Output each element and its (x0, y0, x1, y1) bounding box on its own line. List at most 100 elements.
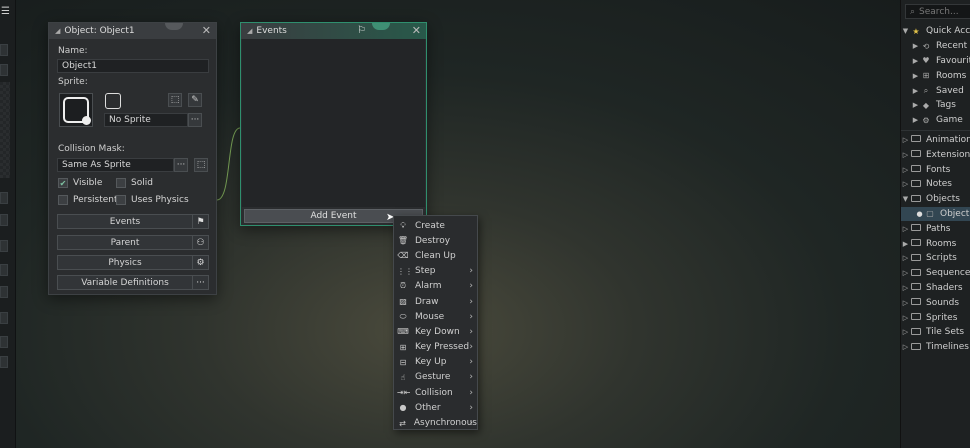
folder-scripts[interactable]: ▷ Scripts (901, 251, 970, 266)
tool-button[interactable] (0, 264, 8, 276)
quick-item-saved[interactable]: ▶ ⌕ Saved (901, 83, 970, 98)
tool-button[interactable] (0, 336, 8, 348)
parent-button[interactable]: Parent ⚇ (57, 235, 209, 250)
physics-button[interactable]: Physics ⚙ (57, 255, 209, 270)
asset-browser: ⌕ Search... ▼★Quick Access ▶⟲Recent ▶♥Fa… (900, 0, 970, 448)
search-input[interactable]: ⌕ Search... (905, 4, 970, 19)
menu-item-other[interactable]: ● Other › (394, 400, 477, 415)
folder-rooms[interactable]: ▶ Rooms (901, 236, 970, 251)
chevron-right-icon: › (469, 418, 473, 429)
async-icon: ⇄ (399, 418, 406, 428)
menu-item-destroy[interactable]: 🗑︎ Destroy (394, 233, 477, 248)
quick-access-item[interactable]: ▼★Quick Access (901, 24, 970, 39)
hand-icon: ☝ (400, 372, 406, 382)
tool-button[interactable] (0, 214, 8, 226)
folder-animation[interactable]: ▷ Animation (901, 133, 970, 148)
menu-item-key-down[interactable]: ⌨ Key Down › (394, 324, 477, 339)
menu-item-create[interactable]: 💡︎ Create (394, 218, 477, 233)
folder-sounds[interactable]: ▷ Sounds (901, 295, 970, 310)
sprite-select[interactable]: No Sprite (104, 113, 188, 127)
keyboard-icon: ⌨ (397, 327, 409, 337)
chevron-right-icon: › (469, 357, 473, 368)
menu-item-step[interactable]: ⋮⋮ Step › (394, 264, 477, 279)
edit-mask-icon[interactable]: ⬚ (194, 158, 208, 172)
folder-fonts[interactable]: ▷ Fonts (901, 162, 970, 177)
folder-tile-sets[interactable]: ▷ Tile Sets (901, 325, 970, 340)
heart-icon: ♥ (922, 56, 930, 66)
menu-icon[interactable]: ☰ (1, 6, 10, 17)
menu-item-mouse[interactable]: ⬭ Mouse › (394, 309, 477, 324)
folder-shaders[interactable]: ▷ Shaders (901, 281, 970, 296)
folder-sequences[interactable]: ▷Sequences (901, 266, 970, 281)
folder-open-icon (910, 194, 922, 204)
menu-item-key-up[interactable]: ⊟ Key Up › (394, 355, 477, 370)
folder-icon (910, 179, 922, 189)
edit-sprite-icon[interactable]: ⬚ (168, 93, 182, 107)
sprite-browse-button[interactable]: ··· (188, 113, 202, 127)
folder-icon (910, 327, 922, 337)
collapse-icon[interactable]: ◢ (247, 27, 252, 35)
chevron-right-icon: › (469, 311, 473, 322)
tool-button[interactable] (0, 240, 8, 252)
asset-object1[interactable]: ●▢Object1 (901, 206, 970, 222)
bulb-icon: ● (399, 403, 407, 413)
trash-icon: 🗑︎ (397, 236, 409, 246)
variable-definitions-button[interactable]: Variable Definitions ··· (57, 275, 209, 290)
color-swatch-checker (0, 82, 10, 178)
menu-item-collision[interactable]: ⇥⇤ Collision › (394, 385, 477, 400)
object-panel-header[interactable]: ◢ Object: Object1 ✕ (49, 23, 216, 39)
menu-item-key-pressed[interactable]: ⊞ Key Pressed › (394, 340, 477, 355)
new-sprite-icon[interactable] (105, 93, 121, 109)
folder-icon (910, 268, 922, 278)
tool-button[interactable] (0, 356, 8, 368)
quick-item-tags[interactable]: ▶ ◆ Tags (901, 98, 970, 113)
folder-objects[interactable]: ▼ Objects (901, 192, 970, 207)
folder-timelines[interactable]: ▷ Timelines (901, 340, 970, 355)
folder-icon (910, 313, 922, 322)
quick-item-game[interactable]: ▶ ⚙ Game (901, 113, 970, 128)
solid-checkbox[interactable]: Solid (116, 178, 153, 188)
hierarchy-icon: ⚇ (192, 236, 208, 249)
menu-item-draw[interactable]: ▨ Draw › (394, 294, 477, 309)
folder-notes[interactable]: ▷ Notes (901, 177, 970, 192)
quick-item-recent[interactable]: ▶ ⟲ Recent (901, 39, 970, 54)
menu-item-clean-up[interactable]: ⌫ Clean Up (394, 248, 477, 263)
tool-button[interactable] (0, 64, 8, 76)
folder-paths[interactable]: ▷ Paths (901, 221, 970, 236)
mouse-icon: ⬭ (399, 311, 407, 321)
folder-icon (910, 239, 922, 248)
events-panel-header[interactable]: ◢ Events ⚐ ✕ (241, 23, 426, 39)
chevron-right-icon: › (469, 266, 473, 277)
lightbulb-icon: 💡︎ (400, 220, 406, 230)
quick-item-rooms[interactable]: ▶ ⊞ Rooms (901, 68, 970, 83)
quick-item-favourites[interactable]: ▶♥Favourites (901, 54, 970, 69)
close-icon[interactable]: ✕ (412, 24, 421, 37)
menu-item-alarm[interactable]: ⏰︎ Alarm › (394, 279, 477, 294)
folder-icon (910, 150, 922, 159)
name-field[interactable]: Object1 (57, 59, 209, 73)
events-list[interactable] (242, 39, 425, 207)
tool-button[interactable] (0, 44, 8, 56)
tool-button[interactable] (0, 192, 8, 204)
close-icon[interactable]: ✕ (202, 24, 211, 37)
uses-physics-checkbox[interactable]: Uses Physics (116, 195, 189, 205)
chevron-right-icon: › (469, 372, 473, 383)
asset-tree: ▼★Quick Access ▶⟲Recent ▶♥Favourites ▶⊞R… (901, 24, 970, 355)
collapse-icon[interactable]: ◢ (55, 27, 60, 35)
collision-browse-button[interactable]: ··· (174, 158, 188, 172)
tool-button[interactable] (0, 286, 8, 298)
name-label: Name: (58, 46, 88, 56)
folder-extensions[interactable]: ▷ Extensions (901, 147, 970, 162)
pencil-icon[interactable]: ✎ (188, 93, 202, 107)
visible-checkbox[interactable]: ✔ Visible (58, 178, 102, 188)
persistent-checkbox[interactable]: Persistent (58, 195, 118, 205)
folder-sprites[interactable]: ▷ Sprites (901, 310, 970, 325)
menu-item-gesture[interactable]: ☝ Gesture › (394, 370, 477, 385)
panel-notch (372, 23, 390, 30)
menu-item-asynchronous[interactable]: ⇄ Asynchronous › (394, 415, 477, 430)
chevron-right-icon: › (469, 402, 473, 413)
collision-mask-select[interactable]: Same As Sprite (57, 158, 174, 172)
events-button[interactable]: Events ⚑ (57, 214, 209, 229)
tool-button[interactable] (0, 312, 8, 324)
sprite-preview[interactable] (59, 93, 93, 127)
